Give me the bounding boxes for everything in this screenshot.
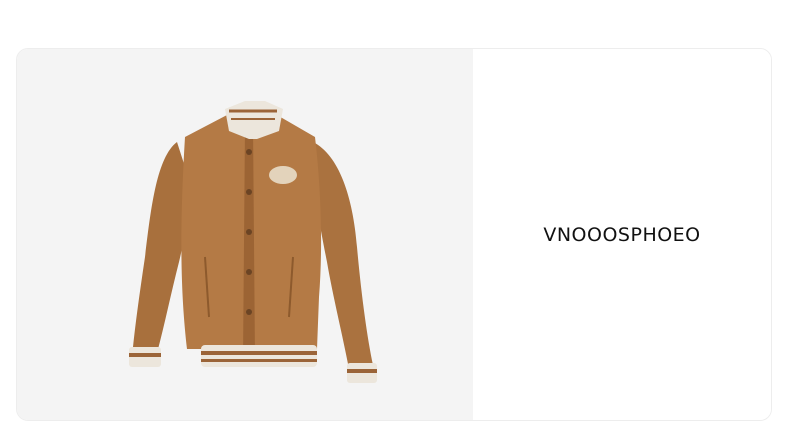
jacket-button: [246, 149, 252, 155]
jacket-waistband: [201, 345, 317, 367]
product-image: [129, 101, 377, 383]
product-image-panel[interactable]: [17, 49, 473, 420]
jacket-button: [246, 189, 252, 195]
jacket-button: [246, 269, 252, 275]
jacket-placket: [243, 125, 255, 359]
jacket-button: [246, 229, 252, 235]
product-code: VNOOOSPHOEO: [543, 223, 701, 246]
jacket-right-sleeve: [313, 142, 373, 369]
jacket-button: [246, 309, 252, 315]
product-card[interactable]: VNOOOSPHOEO: [16, 48, 772, 421]
jacket-patch: [269, 166, 297, 184]
product-info-panel[interactable]: VNOOOSPHOEO: [473, 49, 771, 420]
